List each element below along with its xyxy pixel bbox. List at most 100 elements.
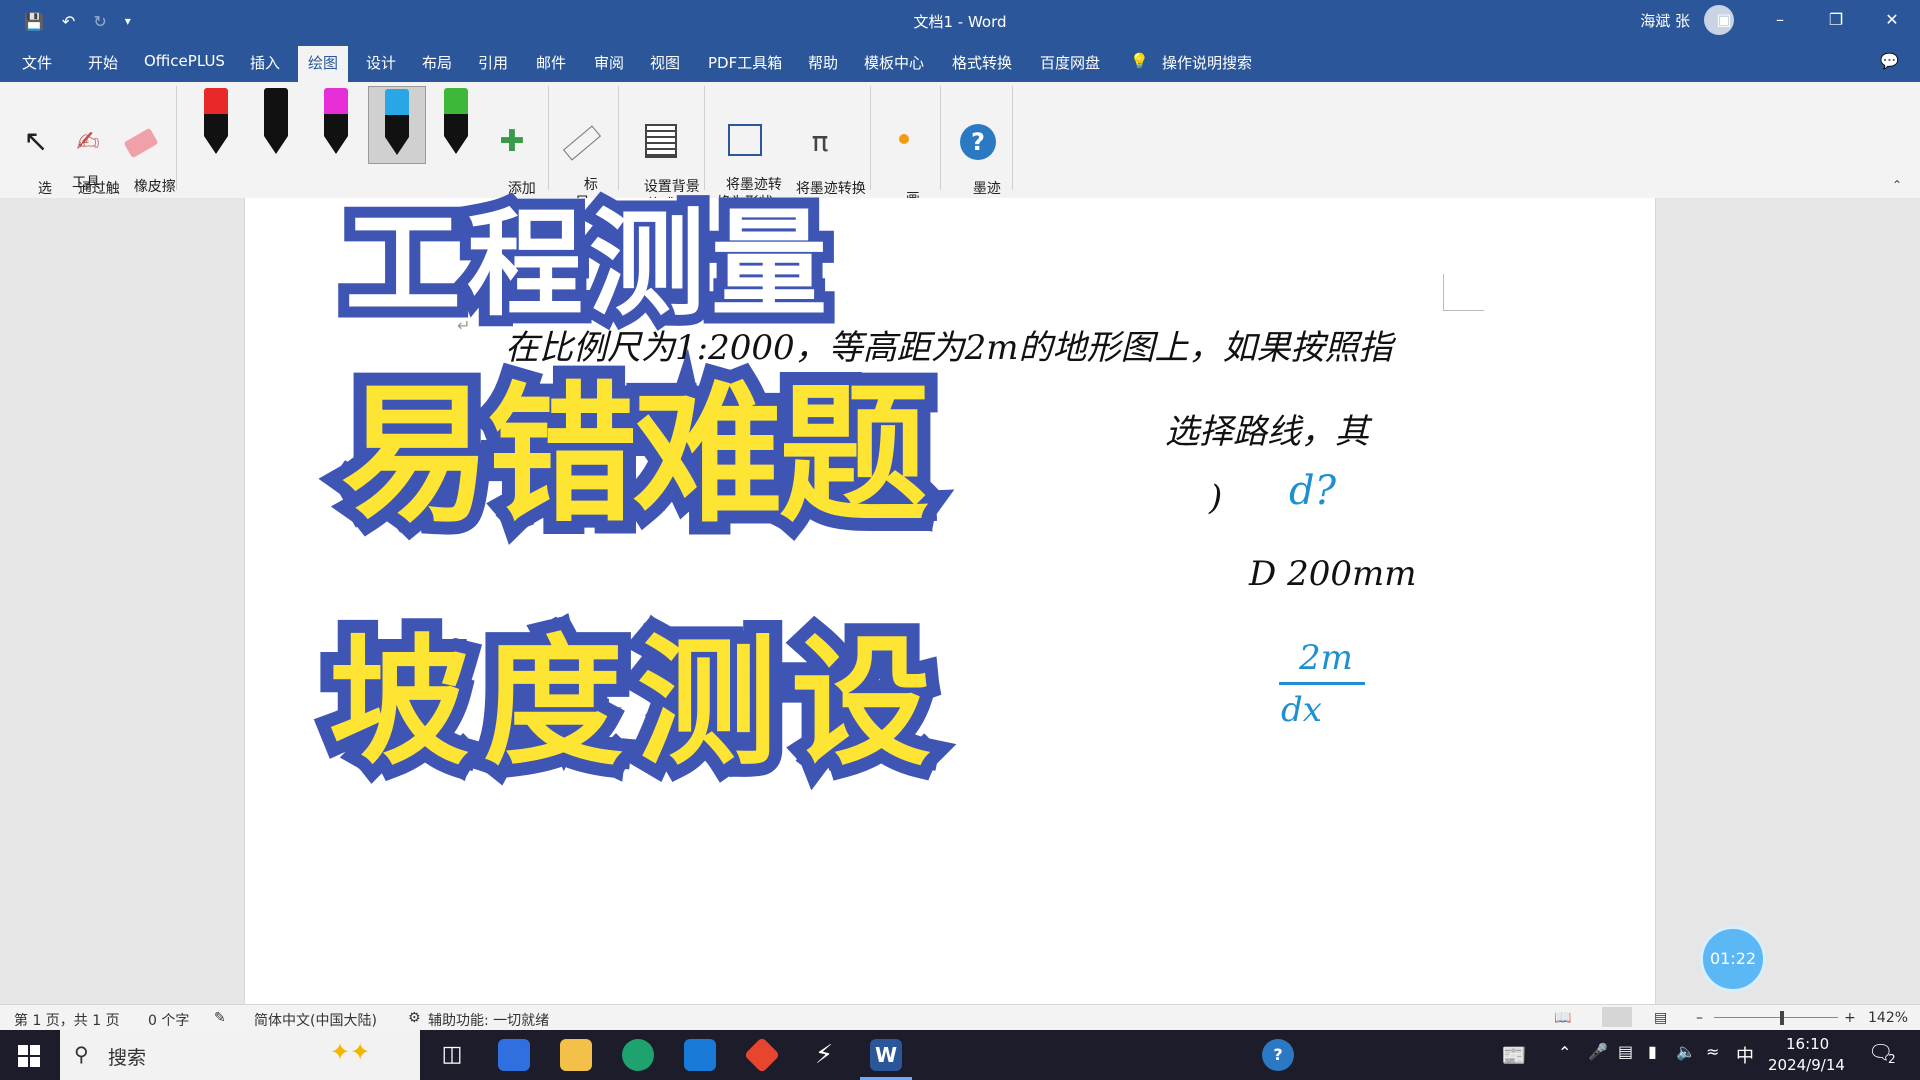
grid-lines-icon [645,124,677,158]
pen-black[interactable] [256,88,296,160]
tab-template-center[interactable]: 模板中心 [864,52,924,73]
tab-mailings[interactable]: 邮件 [536,52,566,73]
status-bar: 第 1 页，共 1 页 0 个字 ✎ 简体中文(中国大陆) ⚙ 辅助功能: 一切… [0,1004,1920,1031]
word-count[interactable]: 0 个字 [148,1010,189,1030]
tab-insert[interactable]: 插入 [250,52,280,73]
zoom-in-icon[interactable]: + [1844,1010,1856,1026]
tab-officeplus[interactable]: OfficePLUS [144,52,225,70]
tab-home[interactable]: 开始 [88,52,118,73]
pen-red[interactable] [196,88,236,160]
tab-draw[interactable]: 绘图 [298,46,349,82]
tab-references[interactable]: 引用 [478,52,508,73]
zoom-out-icon[interactable]: – [1696,1010,1703,1026]
handwriting-line-4: D 200mm [1249,554,1417,594]
help-taskbar-icon[interactable]: ? [1262,1039,1294,1071]
handwriting-paren: ) [1209,478,1223,518]
ink-help-button[interactable]: ? 墨迹 [954,84,1002,216]
battery-icon[interactable]: ▮ [1648,1042,1657,1061]
overlay-title-3: 坡度测设 [316,609,946,798]
collapse-ribbon-icon[interactable]: ⌃ [1892,178,1902,192]
proofing-icon[interactable]: ✎ [214,1010,226,1026]
document-page[interactable]: ↵ 在比例尺为1:2000，等高距为2m的地形图上，如果按照指 选择路线，其 )… [244,186,1656,1004]
tab-help[interactable]: 帮助 [808,52,838,73]
handwriting-fraction-numerator: 2m [1299,638,1353,678]
restore-icon[interactable]: ❐ [1808,0,1864,42]
edge-browser-icon[interactable] [622,1039,654,1071]
ribbon-draw: ↖ 选 择 ✍ 通过触 摸绘制 橡皮擦 工具 ✚ 添加 笔 标 尺 设置背景 格… [0,82,1920,225]
news-widget-icon[interactable]: 📰 [1498,1039,1530,1071]
handwriting-fraction-denominator: dx [1281,690,1322,730]
overlay-title-1: 工程测量 [334,186,838,343]
recording-timer[interactable]: 01:22 [1700,926,1766,992]
ruler-icon [562,125,602,161]
overlay-title-2: 易错难题 [328,356,942,556]
page-count[interactable]: 第 1 页，共 1 页 [14,1010,120,1030]
read-mode-icon[interactable]: 📖 [1554,1010,1571,1026]
windows-start-icon[interactable] [18,1045,40,1067]
language-indicator[interactable]: 简体中文(中国大陆) [254,1010,377,1030]
ime-indicator[interactable]: 中 [1736,1042,1754,1068]
accessibility-status[interactable]: 辅助功能: 一切就绪 [428,1010,549,1030]
file-explorer-icon[interactable] [560,1039,592,1071]
eraser-icon [123,127,159,159]
close-icon[interactable]: ✕ [1864,0,1920,42]
plus-icon: ✚ [499,124,525,159]
tab-pdf-tools[interactable]: PDF工具箱 [708,52,782,73]
network-icon[interactable]: ▤ [1618,1042,1633,1061]
tab-view[interactable]: 视图 [650,52,680,73]
title-bar: 💾 ↶ ↻ ▾ 文档1 - Word 海斌 张 ▣ – ❐ ✕ [0,0,1920,42]
word-taskbar-icon[interactable]: W [870,1039,902,1071]
search-icon: ⚲ [74,1042,89,1066]
clock-date[interactable]: 2024/9/14 [1768,1056,1845,1074]
clock-time[interactable]: 16:10 [1786,1035,1829,1053]
lightbulb-icon: 💡 [1130,52,1149,70]
tray-chevron-icon[interactable]: ⌃ [1558,1043,1571,1062]
wifi-icon[interactable]: ≈ [1706,1042,1719,1061]
print-layout-icon[interactable] [1602,1007,1632,1027]
zoom-level[interactable]: 142% [1868,1010,1908,1026]
eraser-button[interactable]: 橡皮擦 [116,84,176,214]
search-placeholder: 搜索 [108,1047,147,1069]
taskbar-search-box[interactable]: ⚲ 搜索 ✦✦ [60,1030,420,1080]
fraction-bar [1279,682,1365,685]
ink-to-shape-icon [728,124,762,156]
ribbon-tabs: 文件 开始 OfficePLUS 插入 绘图 设计 布局 引用 邮件 审阅 视图… [0,42,1920,82]
margin-corner-mark [1443,274,1484,311]
handwriting-line-2: 选择路线，其 [1165,412,1369,452]
sparkle-icon: ✦✦ [330,1038,371,1066]
touch-draw-icon: ✍ [76,125,100,158]
canvas-icon [886,134,922,170]
store-icon[interactable] [498,1039,530,1071]
ribbon-display-icon[interactable]: ▣ [1696,0,1752,42]
tab-format-convert[interactable]: 格式转换 [952,52,1012,73]
task-view-icon[interactable]: ◫ [436,1039,468,1071]
pen-blue-selected[interactable] [368,86,426,164]
handwriting-d-question: d? [1289,468,1337,514]
minimize-icon[interactable]: – [1752,0,1808,42]
tab-layout[interactable]: 布局 [422,52,452,73]
app-lightning-icon[interactable]: ⚡ [808,1039,840,1071]
tab-review[interactable]: 审阅 [594,52,624,73]
zoom-slider-thumb[interactable] [1780,1011,1784,1025]
document-area: ↵ 在比例尺为1:2000，等高距为2m的地形图上，如果按照指 选择路线，其 )… [0,186,1920,1004]
tab-design[interactable]: 设计 [366,52,396,73]
cursor-icon: ↖ [23,124,49,159]
tell-me-search[interactable]: 操作说明搜索 [1162,52,1252,73]
taskbar: ⚲ 搜索 ✦✦ ◫ ⚡ W ? 📰 ⌃ 🎤 ▤ ▮ 🔈 ≈ 中 16:10 20… [0,1030,1920,1080]
window-title: 文档1 - Word [913,13,1007,31]
tab-baidu-netdisk[interactable]: 百度网盘 [1040,52,1100,73]
pi-icon: π [811,125,829,158]
pen-green[interactable] [436,88,476,160]
user-name[interactable]: 海斌 张 [1640,10,1690,31]
accessibility-icon: ⚙ [408,1010,421,1026]
tab-file[interactable]: 文件 [22,52,52,73]
comments-icon[interactable]: 💬 [1880,52,1899,70]
help-circle-icon: ? [960,124,996,160]
zoom-slider[interactable] [1714,1017,1838,1018]
mail-icon[interactable] [684,1039,716,1071]
volume-icon[interactable]: 🔈 [1676,1042,1696,1061]
web-layout-icon[interactable]: ▤ [1654,1010,1667,1026]
app-red-icon[interactable] [743,1036,781,1074]
microphone-icon[interactable]: 🎤 [1588,1042,1608,1061]
pen-magenta[interactable] [316,88,356,160]
